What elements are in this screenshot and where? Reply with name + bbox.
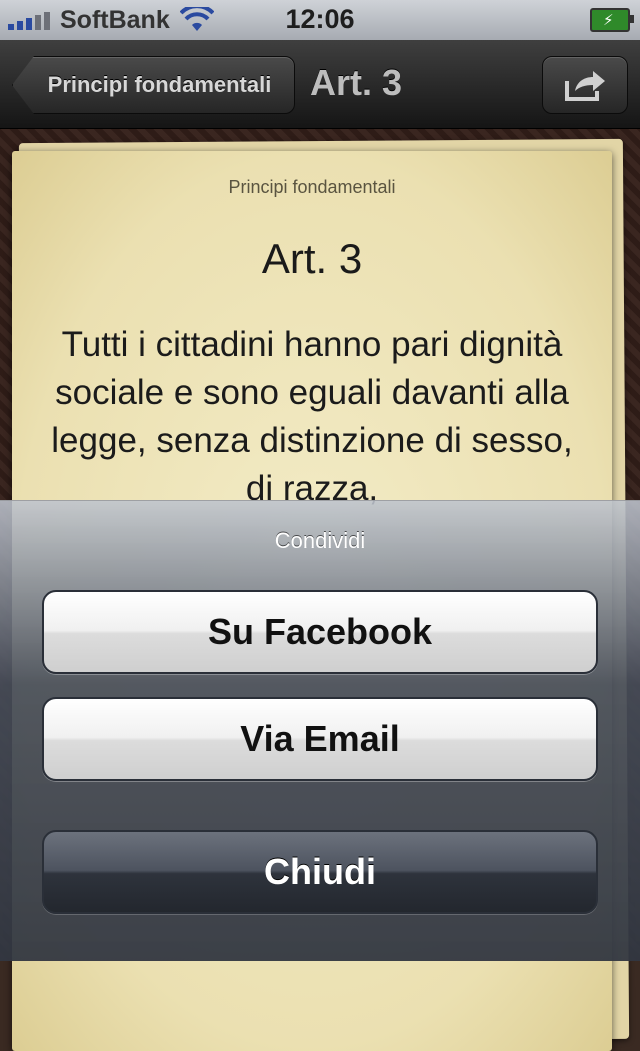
battery-charging-icon: ⚡ [590,8,634,32]
article-body: Tutti i cittadini hanno pari dignità soc… [51,325,573,508]
status-bar: SoftBank 12:06 ⚡ [0,0,640,40]
nav-title: Art. 3 [310,62,403,103]
article-title: Art. 3 [261,235,363,282]
share-facebook-button[interactable]: Su Facebook [42,590,598,674]
share-email-button[interactable]: Via Email [42,697,598,781]
navigation-bar: Principi fondamentali Art. 3 [0,40,640,129]
status-time: 12:06 [285,4,355,34]
close-button[interactable]: Chiudi [42,830,598,914]
action-sheet-title: Condividi [274,528,366,553]
article-section-label: Principi fondamentali [228,177,396,197]
share-button[interactable] [542,56,628,114]
back-button-label: Principi fondamentali [47,72,272,97]
share-icon [565,71,605,101]
back-button[interactable]: Principi fondamentali [12,56,295,114]
